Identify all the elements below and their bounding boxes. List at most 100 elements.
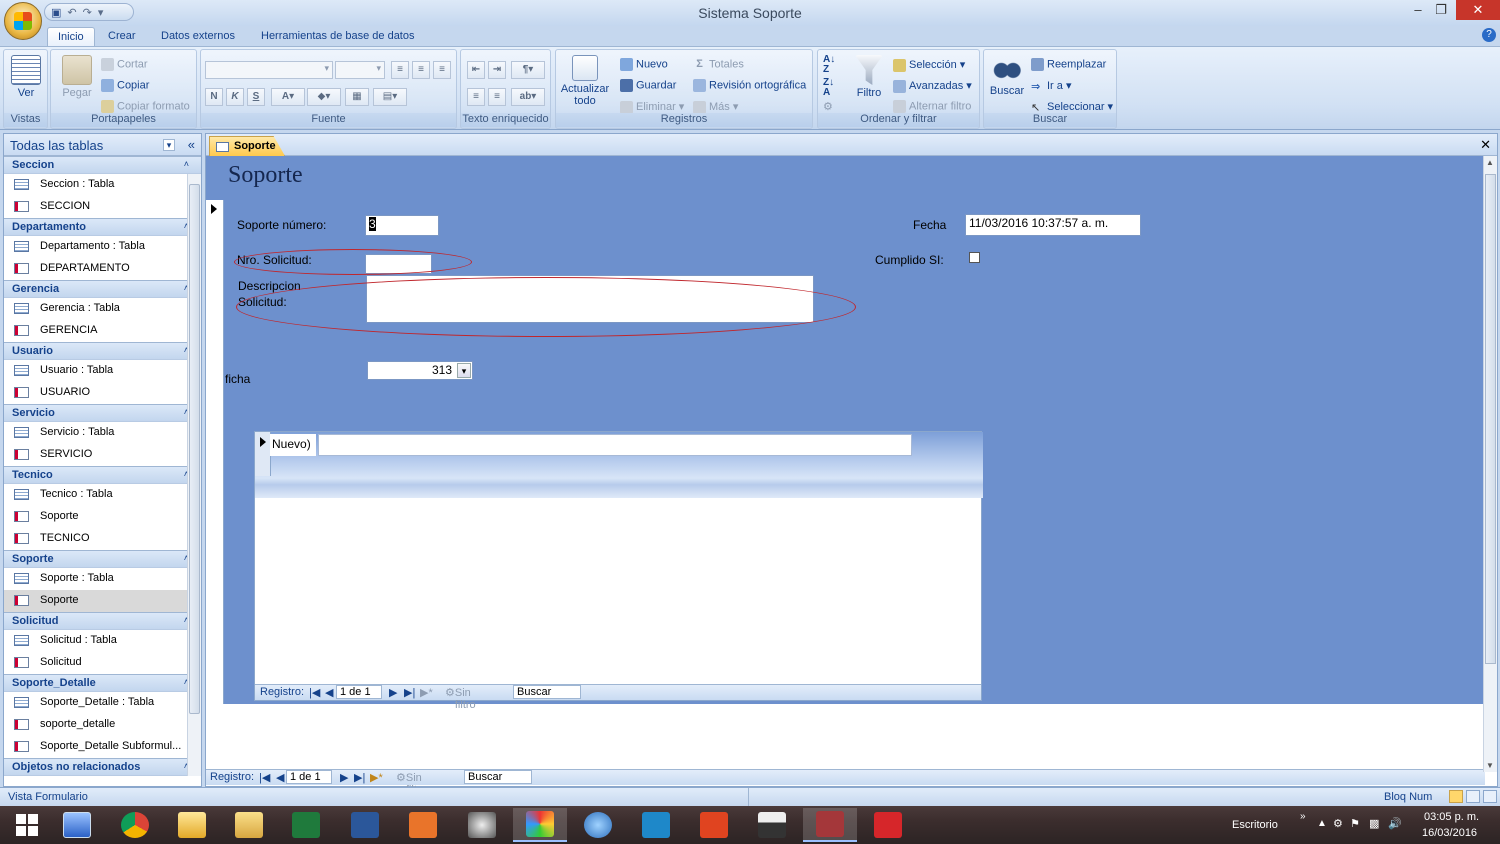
toolbar-expand-icon[interactable]: » [1300,811,1306,822]
sort-asc-icon[interactable]: A↓ Z [823,55,835,75]
underline-button[interactable]: S [247,88,265,106]
increase-indent-icon[interactable]: ⇥ [488,61,506,79]
nav-scroll-thumb[interactable] [189,184,200,714]
main-record-position[interactable]: 1 de 1 [286,770,332,784]
copiar-button[interactable]: Copiar [101,79,149,92]
filtro-button[interactable]: Filtro [852,55,886,99]
subform-new-record-field[interactable]: Nuevo) [270,434,316,456]
taskbar-app-windows[interactable] [745,808,799,842]
nav-group-header[interactable]: Departamento˄ [4,218,201,236]
subform-first-record-icon[interactable]: |◀ [309,686,320,699]
tab-herramientas[interactable]: Herramientas de base de datos [251,27,424,47]
taskbar-app-browser[interactable] [571,808,625,842]
mas-button[interactable]: Más ▾ [693,100,738,114]
form-scroll-thumb[interactable] [1485,174,1496,664]
nav-group-header[interactable]: Servicio˄ [4,404,201,422]
guardar-button[interactable]: Guardar [620,79,676,92]
close-window-button[interactable]: ✕ [1456,0,1500,20]
pegar-button[interactable]: Pegar [59,55,95,99]
font-color-icon[interactable]: A▾ [271,88,305,106]
tray-app-icon[interactable]: ⚙ [1333,817,1343,830]
redo-icon[interactable]: ↷ [83,6,92,19]
taskbar-app-word[interactable] [338,808,392,842]
form-view-icon[interactable] [1449,790,1463,803]
nav-item[interactable]: GERENCIA [4,320,201,342]
nav-item[interactable]: TECNICO [4,528,201,550]
reemplazar-button[interactable]: Reemplazar [1031,58,1106,71]
record-selector[interactable] [206,200,224,704]
subform-search-box[interactable]: Buscar [513,685,581,699]
taskbar-app-media[interactable] [396,808,450,842]
actualizar-todo-button[interactable]: Actualizar todo [559,55,611,107]
cumplido-checkbox[interactable] [969,252,980,263]
fill-color-icon[interactable]: ◆▾ [307,88,341,106]
revision-button[interactable]: Revisión ortográfica [693,79,806,92]
nav-item[interactable]: Soporte [4,590,201,612]
nav-item[interactable]: Tecnico : Tabla [4,484,201,506]
subform-new-record-icon[interactable]: ▶* [420,686,433,699]
taskbar-app-tool[interactable] [455,808,509,842]
nav-item[interactable]: SERVICIO [4,444,201,466]
soporte-numero-field[interactable]: 3 [365,215,439,236]
scroll-up-icon[interactable]: ▲ [1486,158,1494,167]
subform-last-record-icon[interactable]: ▶| [404,686,415,699]
tab-inicio[interactable]: Inicio [47,27,95,47]
clock-time[interactable]: 03:05 p. m. [1424,811,1479,823]
seleccionar-button[interactable]: ↖ Seleccionar ▾ [1031,100,1113,114]
tab-crear[interactable]: Crear [98,27,146,47]
prev-record-icon[interactable]: ◀ [276,771,284,784]
taskbar-app-chrome[interactable] [108,808,162,842]
nav-item[interactable]: Servicio : Tabla [4,422,201,444]
nav-header[interactable]: Todas las tablas ▾ « [4,134,201,156]
nav-group-header[interactable]: Soporte˄ [4,550,201,568]
copiar-formato-button[interactable]: Copiar formato [101,100,190,113]
alternate-fill-icon[interactable]: ▤▾ [373,88,407,106]
taskbar-app-desktop[interactable] [50,808,104,842]
nav-group-header[interactable]: Tecnico˄ [4,466,201,484]
bold-button[interactable]: N [205,88,223,106]
save-icon[interactable]: ▣ [51,6,61,19]
ver-button[interactable]: Ver [10,55,42,99]
seleccion-button[interactable]: Selección ▾ [893,58,965,72]
taskbar-app-explorer[interactable] [222,808,276,842]
subform-detail-field[interactable] [318,434,912,456]
last-record-icon[interactable]: ▶| [354,771,365,784]
nav-item[interactable]: Departamento : Tabla [4,236,201,258]
nav-item[interactable]: SECCION [4,196,201,218]
tray-overflow-icon[interactable]: ▲ [1317,818,1327,829]
align-left-icon[interactable]: ≡ [391,61,409,79]
nav-group-header[interactable]: Soporte_Detalle˄ [4,674,201,692]
fecha-field[interactable]: 11/03/2016 10:37:57 a. m. [965,214,1141,236]
main-sin-filtro[interactable]: ⚙ Sin filtro [396,771,427,796]
nav-item[interactable]: Soporte [4,506,201,528]
sort-desc-icon[interactable]: Z↓ A [823,78,834,98]
align-center-icon[interactable]: ≡ [412,61,430,79]
clear-sort-icon[interactable]: ⚙ [823,100,833,113]
ficha-combobox[interactable]: 313 ▾ [367,361,473,380]
taskbar-app-excel[interactable] [279,808,333,842]
italic-button[interactable]: K [226,88,244,106]
alternar-filtro-button[interactable]: Alternar filtro [893,100,971,113]
nav-menu-dropdown-icon[interactable]: ▾ [163,139,175,151]
subform-record-selector[interactable] [255,432,271,476]
taskbar-app-s[interactable] [629,808,683,842]
nav-group-header[interactable]: Gerencia˄ [4,280,201,298]
nav-group-header[interactable]: Usuario˄ [4,342,201,360]
nav-item[interactable]: Solicitud : Tabla [4,630,201,652]
nav-item[interactable]: Soporte_Detalle : Tabla [4,692,201,714]
avanzadas-button[interactable]: Avanzadas ▾ [893,79,972,93]
network-icon[interactable]: ▩ [1369,817,1379,830]
subform-record-position[interactable]: 1 de 1 [336,685,382,699]
qat-dropdown-icon[interactable]: ▾ [98,6,104,19]
design-view-icon[interactable] [1483,790,1497,803]
bullet-list-icon[interactable]: ≡ [488,88,506,106]
totales-button[interactable]: Σ Totales [693,58,744,71]
collapse-chevron-icon[interactable]: ˄ [184,159,189,169]
nav-item[interactable]: Solicitud [4,652,201,674]
nav-collapse-icon[interactable]: « [188,137,195,152]
taskbar-app-download[interactable] [861,808,915,842]
document-tab-soporte[interactable]: Soporte [209,136,285,156]
nav-item[interactable]: Seccion : Tabla [4,174,201,196]
nuevo-button[interactable]: Nuevo [620,58,668,71]
datasheet-view-icon[interactable] [1466,790,1480,803]
